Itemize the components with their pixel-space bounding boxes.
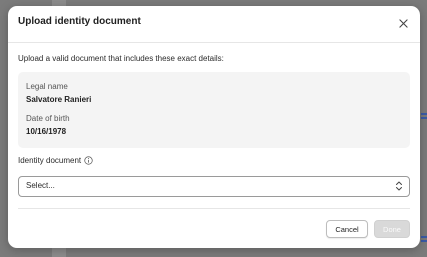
identity-document-label: Identity document (18, 156, 93, 165)
background-link (421, 113, 427, 115)
dialog-instructions: Upload a valid document that includes th… (18, 54, 224, 63)
dialog-header: Upload identity document (8, 6, 420, 43)
cancel-button[interactable]: Cancel (326, 220, 368, 238)
close-icon (398, 18, 408, 28)
dialog-title: Upload identity document (18, 16, 141, 27)
identity-document-select[interactable]: Select... (18, 176, 410, 197)
dob-label: Date of birth (26, 114, 70, 123)
footer-divider (18, 208, 410, 209)
background-link (421, 117, 427, 119)
legal-name-label: Legal name (26, 82, 68, 91)
chevron-updown-icon (396, 181, 402, 191)
background-link (421, 236, 427, 238)
close-button[interactable] (396, 16, 410, 30)
background-link (421, 240, 427, 242)
dob-value: 10/16/1978 (26, 127, 67, 136)
legal-name-value: Salvatore Ranieri (26, 95, 92, 104)
done-button[interactable]: Done (374, 220, 410, 238)
info-icon[interactable] (84, 156, 93, 165)
upload-identity-dialog: Upload identity document Upload a valid … (8, 6, 420, 248)
identity-details-panel: Legal name Salvatore Ranieri Date of bir… (18, 72, 410, 148)
select-value: Select... (26, 181, 55, 190)
identity-document-label-text: Identity document (18, 156, 82, 165)
